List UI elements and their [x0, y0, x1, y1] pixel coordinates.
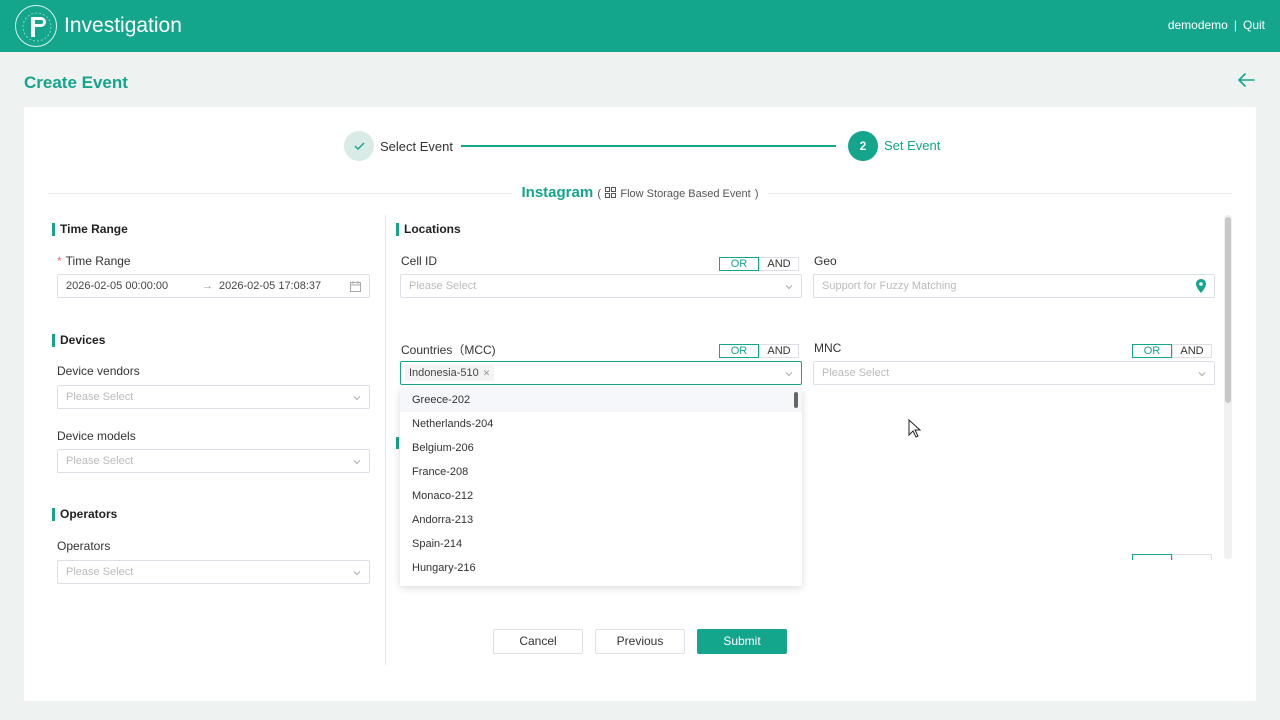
time-range-arrow: →: [202, 280, 213, 292]
countries-logic-toggle: OR AND: [719, 344, 799, 358]
dropdown-option[interactable]: Netherlands-204: [400, 412, 802, 436]
event-heading: Instagram ( Flow Storage Based Event ): [24, 184, 1256, 201]
device-vendors-label: Device vendors: [57, 364, 140, 378]
selected-country-text: Indonesia-510: [409, 367, 479, 379]
device-models-select[interactable]: Please Select: [57, 449, 370, 473]
chevron-down-icon: [785, 285, 793, 290]
chevron-down-icon: [1198, 372, 1206, 377]
panel-scrollbar[interactable]: [1224, 215, 1232, 559]
location-pin-icon[interactable]: [1196, 279, 1206, 293]
selected-country-tag[interactable]: Indonesia-510 ✕: [405, 365, 495, 381]
partial-logic-toggle: [1132, 554, 1212, 560]
dropdown-option[interactable]: Spain-214: [400, 532, 802, 556]
top-bar: Investigation demodemo | Quit: [0, 0, 1280, 52]
time-range-picker[interactable]: 2026-02-05 00:00:00 → 2026-02-05 17:08:3…: [57, 274, 370, 298]
username[interactable]: demodemo: [1168, 18, 1228, 32]
operators-select[interactable]: Please Select: [57, 560, 370, 584]
time-end[interactable]: 2026-02-05 17:08:37: [219, 275, 321, 297]
devices-section: Devices: [52, 334, 105, 347]
dropdown-option[interactable]: Belgium-206: [400, 436, 802, 460]
cell-id-select[interactable]: Please Select: [400, 274, 802, 298]
grid-icon: [605, 187, 617, 200]
chevron-down-icon: [353, 571, 361, 576]
dropdown-option[interactable]: Hungary-216: [400, 556, 802, 580]
dropdown-option[interactable]: France-208: [400, 460, 802, 484]
step2-number: 2: [848, 131, 878, 161]
user-area: demodemo | Quit: [1168, 18, 1265, 32]
app-logo-icon[interactable]: [15, 5, 57, 47]
calendar-icon[interactable]: [350, 281, 361, 292]
device-models-placeholder: Please Select: [66, 455, 134, 467]
hidden-section-marker: [396, 437, 399, 449]
chevron-down-icon: [785, 372, 793, 377]
cancel-button[interactable]: Cancel: [493, 629, 583, 654]
step2-label: Set Event: [884, 138, 941, 153]
dropdown-option[interactable]: Andorra-213: [400, 508, 802, 532]
mnc-or-option[interactable]: OR: [1132, 344, 1172, 358]
event-name: Instagram: [521, 184, 594, 201]
chevron-down-icon: [353, 396, 361, 401]
partial-or-option[interactable]: [1132, 554, 1172, 560]
dropdown-option[interactable]: Greece-202: [400, 388, 802, 412]
event-form-card: Select Event 2 Set Event Instagram ( Flo…: [24, 107, 1256, 701]
time-start[interactable]: 2026-02-05 00:00:00: [66, 280, 168, 292]
submit-button[interactable]: Submit: [697, 629, 787, 654]
countries-dropdown: Greece-202 Netherlands-204 Belgium-206 F…: [400, 388, 802, 586]
tag-close-icon[interactable]: ✕: [483, 368, 491, 378]
quit-link[interactable]: Quit: [1243, 18, 1265, 32]
mnc-placeholder: Please Select: [822, 367, 890, 379]
time-range-section: Time Range: [52, 223, 128, 236]
geo-label: Geo: [814, 254, 837, 268]
dropdown-option[interactable]: Monaco-212: [400, 484, 802, 508]
countries-and-option[interactable]: AND: [759, 344, 799, 358]
mnc-select[interactable]: Please Select: [813, 361, 1215, 385]
locations-section: Locations: [396, 223, 461, 236]
chevron-down-icon: [353, 460, 361, 465]
page-title: Create Event: [24, 73, 128, 92]
app-title: Investigation: [64, 14, 182, 37]
stepper: Select Event 2 Set Event: [24, 107, 1256, 187]
user-separator: |: [1233, 18, 1237, 32]
geo-placeholder: Support for Fuzzy Matching: [822, 280, 957, 292]
step1-check-icon: [344, 131, 374, 161]
cell-id-or-option[interactable]: OR: [719, 257, 759, 271]
mnc-logic-toggle: OR AND: [1132, 344, 1212, 358]
previous-button[interactable]: Previous: [595, 629, 685, 654]
countries-label: Countries（MCC): [401, 343, 496, 357]
cell-id-placeholder: Please Select: [409, 280, 477, 292]
cell-id-logic-toggle: OR AND: [719, 257, 799, 271]
required-mark: *: [57, 254, 62, 268]
device-models-label: Device models: [57, 429, 136, 443]
time-range-label: * Time Range: [57, 254, 131, 268]
event-subtype: Flow Storage Based Event: [620, 188, 751, 200]
mnc-and-option[interactable]: AND: [1172, 344, 1212, 358]
device-vendors-select[interactable]: Please Select: [57, 385, 370, 409]
operators-label: Operators: [57, 539, 111, 553]
step1-label: Select Event: [380, 139, 453, 154]
dropdown-scrollbar[interactable]: [794, 392, 798, 408]
countries-or-option[interactable]: OR: [719, 344, 759, 358]
step-connector: [461, 145, 836, 147]
mouse-cursor-icon: [908, 419, 922, 438]
mnc-label: MNC: [814, 341, 842, 355]
cell-id-label: Cell ID: [401, 254, 438, 268]
geo-input[interactable]: Support for Fuzzy Matching: [813, 274, 1215, 298]
device-vendors-placeholder: Please Select: [66, 391, 134, 403]
operators-placeholder: Please Select: [66, 566, 134, 578]
column-divider: [385, 215, 386, 665]
cell-id-and-option[interactable]: AND: [759, 257, 799, 271]
panel-scrollbar-thumb[interactable]: [1225, 217, 1231, 403]
countries-select[interactable]: Indonesia-510 ✕: [400, 361, 802, 385]
operators-section: Operators: [52, 508, 117, 521]
time-range-label-text: Time Range: [65, 254, 131, 268]
partial-and-option[interactable]: [1172, 554, 1212, 560]
back-arrow-icon[interactable]: [1236, 70, 1256, 90]
event-subtype-open: (: [597, 188, 602, 200]
event-subtype-close: ): [754, 188, 759, 200]
